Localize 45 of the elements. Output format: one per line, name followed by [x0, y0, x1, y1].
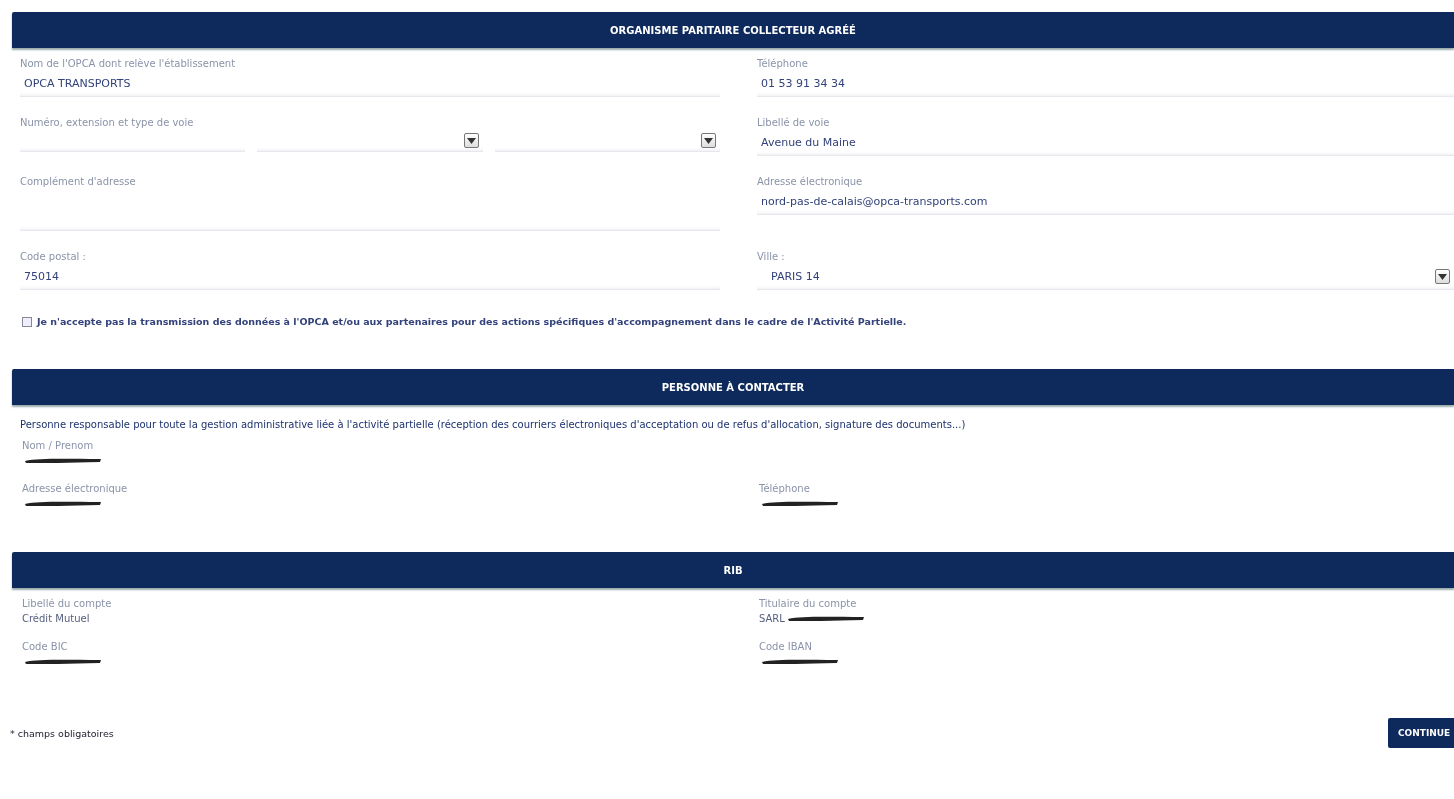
caret-icon	[704, 137, 713, 144]
required-note: * champs obligatoires	[10, 727, 114, 739]
checkbox[interactable]	[22, 316, 32, 327]
section-header: ORGANISME PARITAIRE COLLECTEUR AGRÉÉ	[12, 12, 1454, 48]
field-value: PARIS 14	[771, 270, 820, 283]
field-label: Téléphone	[757, 58, 809, 69]
select-field[interactable]	[257, 130, 483, 152]
text-field[interactable]: 01 53 91 34 34	[757, 71, 1454, 97]
section-description: Personne responsable pour toute la gestion administrative liée à l'activité partielle (réception des courriers électroniques d'acceptation ou de refus d'allocation, signature des documents...)	[19, 418, 967, 430]
field-label: Adresse électronique	[757, 176, 864, 187]
continue-button[interactable]: CONTINUE	[1388, 718, 1454, 748]
field-value: SARL	[759, 612, 785, 624]
field-label: Ville :	[757, 251, 786, 262]
select-field[interactable]: PARIS 14	[757, 264, 1454, 290]
field-label: Libellé de voie	[757, 117, 831, 128]
field-value: nord-pas-de-calais@opca-transports.com	[761, 195, 988, 208]
dropdown-button[interactable]	[1435, 269, 1450, 284]
section-header: PERSONNE À CONTACTER	[12, 369, 1454, 405]
field-label: Téléphone	[759, 483, 811, 494]
field-label: Numéro, extension et type de voie	[20, 117, 195, 128]
text-field[interactable]: Avenue du Maine	[757, 130, 1454, 156]
field-label: Code IBAN	[759, 641, 813, 652]
dropdown-button[interactable]	[701, 133, 716, 148]
caret-icon	[466, 137, 476, 144]
field-label: Complément d'adresse	[20, 176, 137, 187]
field-value: OPCA TRANSPORTS	[24, 77, 131, 90]
text-field[interactable]: 75014	[20, 264, 720, 290]
caret-icon	[1438, 273, 1447, 280]
dropdown-button[interactable]	[463, 133, 479, 148]
section-header: RIB	[12, 552, 1454, 588]
checkbox-label: Je n'accepte pas la transmission des données à l'OPCA et/ou aux partenaires pour des actions spécifiques d'accompagnement dans le cadre de l'Activité Partielle.	[37, 316, 907, 327]
field-label: Code BIC	[22, 641, 69, 652]
field-value: Avenue du Maine	[761, 136, 856, 149]
field-label: Code postal :	[20, 251, 87, 262]
field-label: Nom / Prenom	[22, 440, 95, 451]
field-label: Titulaire du compte	[759, 598, 858, 609]
field-label: Nom de l'OPCA dont relève l'établissement	[20, 58, 237, 69]
text-field[interactable]: nord-pas-de-calais@opca-transports.com	[757, 189, 1454, 215]
text-field[interactable]: OPCA TRANSPORTS	[20, 71, 720, 97]
select-field[interactable]	[494, 130, 720, 152]
field-label: Libellé du compte	[22, 598, 113, 609]
field-value: Crédit Mutuel	[22, 612, 90, 624]
field-value: 01 53 91 34 34	[761, 77, 845, 90]
field-value: 75014	[24, 270, 59, 283]
field-label: Adresse électronique	[22, 483, 129, 494]
